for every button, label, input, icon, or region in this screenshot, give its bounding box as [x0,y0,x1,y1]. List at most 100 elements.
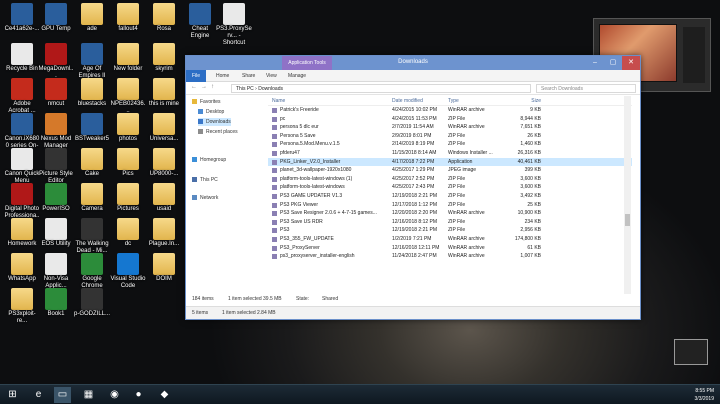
desktop-icon[interactable]: NPEB02436... [110,78,146,115]
media-controls[interactable] [683,27,705,83]
desktop-icon[interactable]: DOIM [146,253,182,283]
column-name[interactable]: Name [272,96,386,106]
desktop-icon[interactable]: Cheat Engine [182,3,218,40]
desktop-icon[interactable]: GPU Temp [38,3,74,33]
minimize-icon[interactable]: – [586,56,604,70]
desktop-icon[interactable]: New folder [110,43,146,73]
file-explorer-window[interactable]: Application Tools Downloads – ▢ ✕ File Ho… [185,55,641,320]
file-row[interactable]: PKG_Linker_V2.0_Installer 4/17/2018 7:22 … [268,157,632,167]
nav-item-this-pc[interactable]: This PC [192,176,218,184]
desktop-icon[interactable]: Nexus Mod Manager [38,113,74,150]
nav-item-desktop[interactable]: Desktop [198,108,224,116]
obs-icon[interactable]: ● [130,387,147,403]
desktop-icon[interactable]: Pictures [110,183,146,213]
file-row[interactable]: PS3 Save US RDR 12/16/2018 8:12 PM ZIP Fil… [268,218,632,227]
nav-item-downloads[interactable]: Downloads [198,118,231,126]
desktop-icon[interactable]: UP8000-... [146,148,182,178]
desktop-icon[interactable]: dc [110,218,146,248]
clock[interactable]: 8:55 PM 3/3/2019 [695,387,714,403]
file-row[interactable]: persona 5 dlc eur 2/7/2019 11:54 AM WinRAR… [268,123,632,132]
desktop-icon[interactable]: The Walking Dead - Mi... [74,218,110,255]
breadcrumb-downloads[interactable]: Downloads [258,86,283,92]
desktop-icon[interactable]: EOS Utility [38,218,74,248]
desktop-icon[interactable]: BSTweaker5 [74,113,110,143]
desktop-icon[interactable]: Adobe Acrobat ... [4,78,40,115]
breadcrumb[interactable]: This PC › Downloads [231,84,531,93]
column-type[interactable]: Type [448,96,503,106]
nav-item-recent-places[interactable]: Recent places [198,128,238,136]
desktop-icon[interactable]: Canon Quick Menu [4,148,40,185]
recording-overlay-icon[interactable] [674,339,708,365]
file-row[interactable]: PS3 GAME UPDATER V1.3 12/19/2018 2:21 PM Z… [268,192,632,201]
title-bar[interactable]: Application Tools Downloads – ▢ ✕ [186,56,640,70]
file-row[interactable]: platform-tools-latest-windows 4/25/2017 2… [268,183,632,192]
file-row[interactable]: Patrick's Freeride 4/24/2015 10:02 PM WinR… [268,106,632,115]
nav-item-network[interactable]: Network [192,194,218,202]
file-row[interactable]: PS3 12/19/2018 2:21 PM ZIP File 2,956 KB [268,226,632,235]
chrome-icon[interactable]: ◉ [106,387,123,403]
scrollbar-thumb[interactable] [625,214,630,226]
desktop-icon[interactable]: Recycle Bin [4,43,40,73]
breadcrumb-this-pc[interactable]: This PC [236,86,254,92]
desktop-icon[interactable]: Google Chrome [74,253,110,290]
explorer-icon[interactable]: ▭ [54,387,71,403]
desktop-icon[interactable]: WhatsApp [4,253,40,283]
scrollbar[interactable] [624,96,631,294]
file-row[interactable]: PS3 Save Resigner 2.0.6 + 4-7-15 games..… [268,209,632,218]
desktop-icon[interactable]: skyrim [146,43,182,73]
column-date[interactable]: Date modified [392,96,446,106]
desktop-icon[interactable]: Rosa [146,3,182,33]
start-icon[interactable]: ⊞ [4,387,21,403]
desktop-icon[interactable]: Ce41a62e-... [4,3,40,33]
file-row[interactable]: Persona 5 Save 2/9/2019 8:01 PM ZIP File 26… [268,132,632,141]
file-row[interactable]: platform-tools-latest-windows (1) 4/25/20… [268,175,632,184]
desktop-icon[interactable]: Cake [74,148,110,178]
desktop-icon[interactable]: ade [74,3,110,33]
desktop-icon[interactable]: Pics [110,148,146,178]
desktop-icon[interactable]: Non-Visa Applic... [38,253,74,290]
desktop-icon[interactable]: Universa... [146,113,182,143]
desktop-icon[interactable]: MegaDownl... [38,43,74,80]
tab-file[interactable]: File [186,70,206,82]
nav-item-favorites[interactable]: Favorites [192,98,221,106]
desktop-icon[interactable]: Visual Studio Code [110,253,146,290]
desktop-icon[interactable]: Homework [4,218,40,248]
desktop-icon[interactable]: bluestacks [74,78,110,108]
nav-item-homegroup[interactable]: Homegroup [192,156,226,164]
file-row[interactable]: planet_3d-wallpaper-1920x1080 4/25/2017 1… [268,166,632,175]
file-row[interactable]: PS3_355_FW_UPDATE 1/2/2019 7:21 PM WinRAR … [268,235,632,244]
column-size[interactable]: Size [505,96,541,106]
tab-manage[interactable]: Manage [284,70,310,82]
store-icon[interactable]: ▦ [80,387,97,403]
desktop-icon[interactable]: nmcut [38,78,74,108]
desktop-icon[interactable]: usaid [146,183,182,213]
app-icon[interactable]: ◆ [156,387,173,403]
desktop-icon[interactable]: PS3xploit-re... [4,288,40,325]
desktop-icon[interactable]: Plague.In... [146,218,182,248]
file-row[interactable]: pfderu47 11/15/2018 8:14 AM Windows Instal… [268,149,632,158]
desktop-icon[interactable]: PS3.ProxyServ... - Shortcut [216,3,252,47]
forward-icon[interactable]: → [201,84,207,90]
up-icon[interactable]: ↑ [211,84,214,90]
file-row[interactable]: pc 4/24/2015 11:53 PM ZIP File 8,944 KB [268,115,632,124]
tab-view[interactable]: View [262,70,281,82]
back-icon[interactable]: ← [191,84,197,90]
desktop-icon[interactable]: Book1 [38,288,74,318]
desktop-icon[interactable]: fallout4 [110,3,146,33]
desktop-icon[interactable]: p-GODZILL... [74,288,110,318]
maximize-icon[interactable]: ▢ [604,56,622,70]
desktop-icon[interactable]: Camera [74,183,110,213]
file-row[interactable]: Persona.5.Mod.Menu.v.1.5 2/14/2019 8:19 P… [268,140,632,149]
ie-icon[interactable]: e [30,387,47,403]
tab-share[interactable]: Share [238,70,259,82]
file-row[interactable]: ps3_proxyserver_installer-english 11/24/2… [268,252,632,261]
file-row[interactable]: PS3 PKG Viewer 12/17/2018 1:12 PM ZIP File… [268,201,632,210]
search-input[interactable]: Search Downloads [536,84,636,93]
tab-home[interactable]: Home [212,70,233,82]
file-row[interactable]: PS3_ProxyServer 12/16/2018 12:11 PM WinRAR… [268,244,632,253]
desktop-icon[interactable]: this is mine [146,78,182,108]
desktop-icon[interactable]: PowerISO [38,183,74,213]
close-icon[interactable]: ✕ [622,56,640,70]
desktop-icon[interactable]: Picture Style Editor [38,148,74,185]
desktop-icon[interactable]: photos [110,113,146,143]
